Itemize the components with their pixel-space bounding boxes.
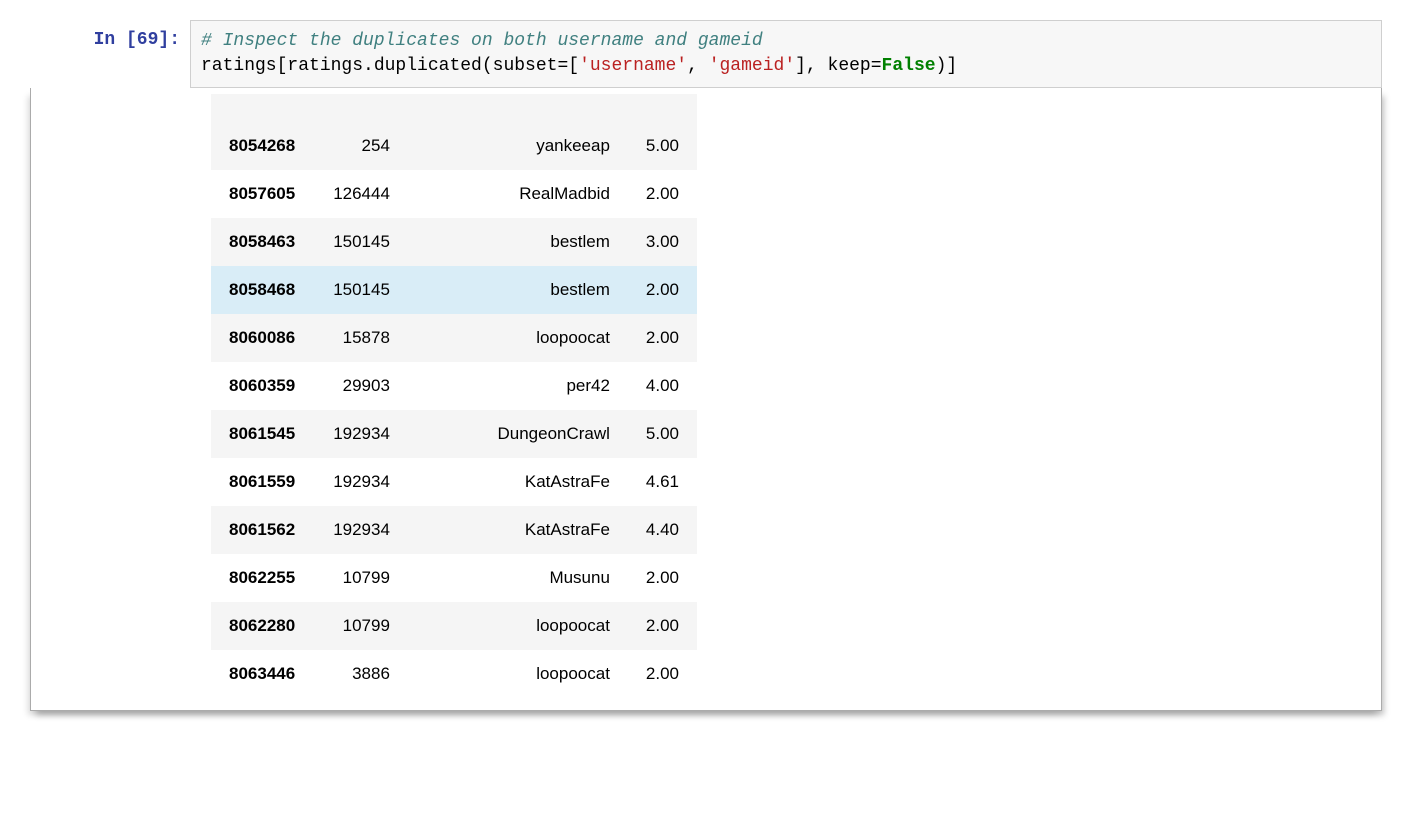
row-index: 8063446 (211, 650, 315, 698)
code-text: , (687, 56, 709, 76)
cell-rating: 5.00 (628, 410, 697, 458)
table-row: 8061562192934KatAstraFe4.40 (211, 506, 697, 554)
cell-gameid: 150145 (315, 218, 408, 266)
row-index: 8062255 (211, 554, 315, 602)
row-index: 8060359 (211, 362, 315, 410)
cell-username: per42 (408, 362, 628, 410)
cell-prompt: In [69]: (30, 20, 190, 50)
table-row: 806035929903per424.00 (211, 362, 697, 410)
table-row: 8057605126444RealMadbid2.00 (211, 170, 697, 218)
dataframe-table: 8054268254yankeeap5.008057605126444RealM… (211, 94, 697, 698)
cell-gameid: 15878 (315, 314, 408, 362)
code-string: 'username' (579, 56, 687, 76)
cell-gameid: 10799 (315, 602, 408, 650)
cell-username: KatAstraFe (408, 506, 628, 554)
row-index: 8054268 (211, 122, 315, 170)
dataframe-output: 8054268254yankeeap5.008057605126444RealM… (211, 88, 1379, 698)
cell-rating: 2.00 (628, 650, 697, 698)
cell-username: bestlem (408, 218, 628, 266)
cell-gameid: 254 (315, 122, 408, 170)
notebook-cell: In [69]: # Inspect the duplicates on bot… (30, 20, 1382, 88)
code-text: )] (936, 56, 958, 76)
row-index: 8060086 (211, 314, 315, 362)
cell-username: Musunu (408, 554, 628, 602)
cell-gameid: 10799 (315, 554, 408, 602)
cell-gameid: 29903 (315, 362, 408, 410)
table-row: 806225510799Musunu2.00 (211, 554, 697, 602)
cell-rating: 4.61 (628, 458, 697, 506)
table-row: 80634463886loopoocat2.00 (211, 650, 697, 698)
cell-rating: 2.00 (628, 314, 697, 362)
cell-rating: 3.00 (628, 218, 697, 266)
table-row: 806228010799loopoocat2.00 (211, 602, 697, 650)
table-row: 8058463150145bestlem3.00 (211, 218, 697, 266)
cell-rating: 2.00 (628, 554, 697, 602)
row-index: 8061562 (211, 506, 315, 554)
prompt-label: In [69]: (94, 30, 180, 50)
cell-gameid: 150145 (315, 266, 408, 314)
cell-rating: 2.00 (628, 266, 697, 314)
code-string: 'gameid' (709, 56, 795, 76)
row-index: 8057605 (211, 170, 315, 218)
cell-rating: 5.00 (628, 122, 697, 170)
cell-rating: 4.00 (628, 362, 697, 410)
code-comment: # Inspect the duplicates on both usernam… (201, 31, 763, 51)
table-row: 8061545192934DungeonCrawl5.00 (211, 410, 697, 458)
cell-gameid: 192934 (315, 410, 408, 458)
code-text: ratings[ratings.duplicated(subset=[ (201, 56, 579, 76)
table-row: 8061559192934KatAstraFe4.61 (211, 458, 697, 506)
cell-username: yankeeap (408, 122, 628, 170)
row-index: 8061545 (211, 410, 315, 458)
code-input[interactable]: # Inspect the duplicates on both usernam… (190, 20, 1382, 88)
code-text: ], keep= (795, 56, 881, 76)
table-row: 806008615878loopoocat2.00 (211, 314, 697, 362)
cell-gameid: 3886 (315, 650, 408, 698)
cell-username: RealMadbid (408, 170, 628, 218)
row-index: 8061559 (211, 458, 315, 506)
row-index: 8062280 (211, 602, 315, 650)
code-keyword: False (882, 56, 936, 76)
cell-username: DungeonCrawl (408, 410, 628, 458)
table-body: 8054268254yankeeap5.008057605126444RealM… (211, 94, 697, 698)
row-index: 8058463 (211, 218, 315, 266)
table-row: 8058468150145bestlem2.00 (211, 266, 697, 314)
cell-rating: 4.40 (628, 506, 697, 554)
table-row: 8054268254yankeeap5.00 (211, 122, 697, 170)
cell-username: KatAstraFe (408, 458, 628, 506)
table-header-blank (211, 94, 697, 122)
cell-gameid: 192934 (315, 506, 408, 554)
cell-username: loopoocat (408, 602, 628, 650)
cell-rating: 2.00 (628, 170, 697, 218)
output-area: 8054268254yankeeap5.008057605126444RealM… (30, 88, 1382, 711)
cell-username: loopoocat (408, 314, 628, 362)
cell-username: bestlem (408, 266, 628, 314)
row-index: 8058468 (211, 266, 315, 314)
cell-gameid: 192934 (315, 458, 408, 506)
cell-username: loopoocat (408, 650, 628, 698)
cell-gameid: 126444 (315, 170, 408, 218)
cell-rating: 2.00 (628, 602, 697, 650)
